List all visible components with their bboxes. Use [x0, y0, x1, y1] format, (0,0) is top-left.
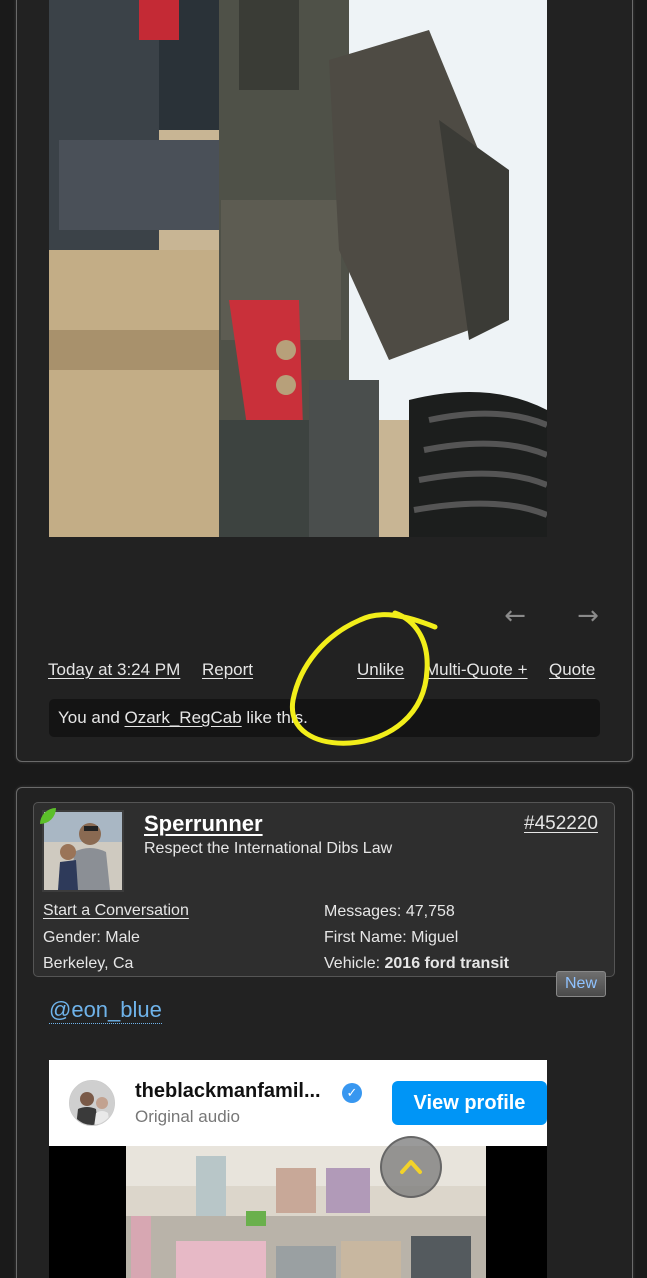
new-post-badge: New — [556, 971, 606, 997]
post-attachment-photo[interactable] — [49, 0, 547, 537]
first-name-label: First Name: — [324, 929, 407, 946]
embed-audio-label[interactable]: Original audio — [135, 1107, 240, 1127]
username-link[interactable]: Sperrunner — [144, 811, 263, 837]
user-title: Respect the International Dibs Law — [144, 840, 393, 857]
vehicle-label: Vehicle: — [324, 955, 381, 972]
gender-value: Male — [105, 929, 140, 946]
start-conversation-link[interactable]: Start a Conversation — [43, 902, 189, 920]
previous-image-icon[interactable]: ← — [502, 603, 528, 629]
messages-value: 47,758 — [405, 903, 455, 920]
scroll-to-top-button[interactable] — [380, 1136, 442, 1198]
report-link[interactable]: Report — [202, 660, 253, 680]
embed-account-avatar[interactable] — [69, 1080, 115, 1126]
vehicle-value: 2016 ford transit — [384, 955, 509, 972]
post-number-link[interactable]: #452220 — [524, 813, 598, 835]
quote-link[interactable]: Quote — [549, 660, 595, 680]
likes-prefix: You and — [58, 708, 125, 727]
avatar[interactable] — [42, 810, 124, 892]
embed-avatar-image — [70, 1081, 114, 1125]
avatar-image — [44, 812, 122, 890]
messages-label: Messages: — [324, 903, 402, 920]
vehicle-info: Vehicle: 2016 ford transit — [324, 955, 509, 973]
next-image-icon[interactable]: → — [575, 603, 601, 629]
first-name-info: First Name: Miguel — [324, 929, 458, 947]
gender-label: Gender: — [43, 929, 101, 946]
embed-account-name[interactable]: theblackmanfamil... — [135, 1080, 321, 1103]
messages-info: Messages: 47,758 — [324, 903, 455, 921]
first-name-value: Miguel — [411, 929, 459, 946]
view-profile-button[interactable]: View profile — [392, 1081, 547, 1125]
liker-user-link[interactable]: Ozark_RegCab — [125, 708, 242, 727]
annotation-circle — [289, 610, 438, 746]
location-info: Berkeley, Ca — [43, 955, 134, 972]
truck-suspension-photo — [49, 0, 547, 537]
verified-badge-icon: ✓ — [342, 1083, 362, 1103]
gender-info: Gender: Male — [43, 929, 140, 947]
chevron-up-icon — [400, 1160, 422, 1174]
embed-video[interactable] — [49, 1146, 547, 1278]
instagram-embed[interactable]: theblackmanfamil... ✓ Original audio Vie… — [49, 1060, 547, 1278]
mention-link[interactable]: @eon_blue — [49, 997, 162, 1024]
post-timestamp-link[interactable]: Today at 3:24 PM — [48, 660, 180, 680]
